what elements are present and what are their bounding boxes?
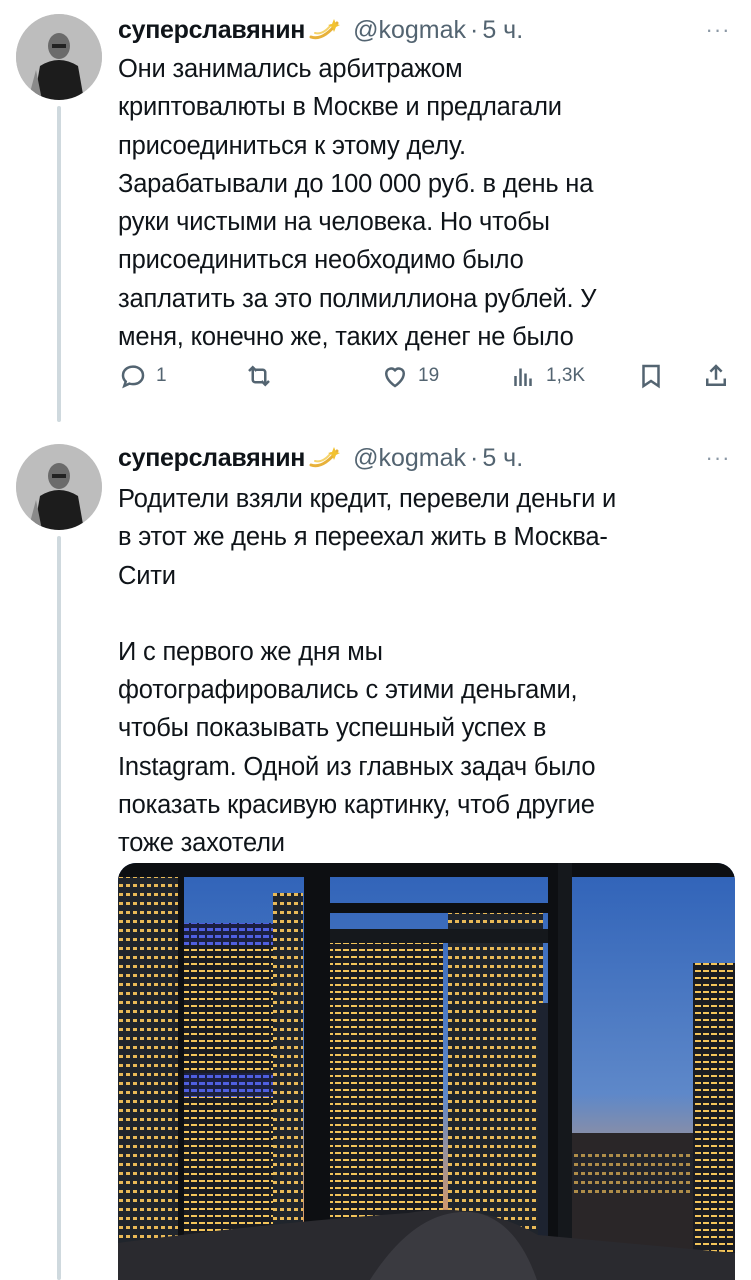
tweet-paragraph: Родители взяли кредит, перевели деньги и…	[118, 485, 617, 590]
tweet-header: суперславянин @kogmak · 5 ч. ···	[118, 14, 735, 46]
bookmark-icon	[642, 364, 660, 389]
views-count: 1,3K	[546, 365, 586, 386]
tweet-text: Родители взяли кредит, перевели деньги и…	[118, 480, 718, 863]
retweet-button[interactable]	[244, 356, 282, 396]
reply-icon	[121, 365, 145, 389]
more-options-icon[interactable]: ···	[701, 442, 735, 474]
thread-line	[57, 106, 61, 422]
like-count: 19	[418, 365, 440, 386]
sparkle-emoji-icon	[309, 445, 341, 471]
like-button[interactable]: 19	[380, 356, 439, 396]
separator: ·	[470, 15, 479, 44]
tweet[interactable]: суперславянин @kogmak · 5 ч. ··· Они зан…	[0, 0, 751, 422]
retweet-icon	[248, 365, 270, 387]
reply-button[interactable]: 1	[118, 356, 167, 396]
views-chart-icon	[514, 368, 532, 386]
action-bar: 1 19 1,3K	[118, 356, 735, 396]
sparkle-emoji-icon	[309, 17, 341, 43]
heart-icon	[384, 367, 406, 388]
reply-count: 1	[156, 365, 167, 386]
timestamp[interactable]: 5 ч.	[482, 444, 523, 473]
tweet[interactable]: суперславянин @kogmak · 5 ч. ··· Родител…	[0, 420, 751, 1280]
thread-line	[57, 536, 61, 1280]
tweet-paragraph: И с первого же дня мы фотографировались …	[118, 637, 596, 858]
more-options-icon[interactable]: ···	[701, 14, 735, 46]
share-button[interactable]	[701, 356, 731, 396]
avatar[interactable]	[16, 444, 102, 530]
separator: ·	[470, 443, 479, 472]
views-button[interactable]: 1,3K	[508, 356, 585, 396]
display-name[interactable]: суперславянин	[118, 444, 305, 473]
timeline: суперславянин @kogmak · 5 ч. ··· Они зан…	[0, 0, 751, 1280]
timestamp[interactable]: 5 ч.	[482, 16, 523, 45]
bookmark-button[interactable]	[636, 356, 666, 396]
display-name[interactable]: суперславянин	[118, 16, 305, 45]
user-handle[interactable]: @kogmak	[353, 444, 466, 473]
city-night-photo	[118, 863, 735, 1280]
share-icon	[706, 364, 726, 386]
tweet-photo[interactable]	[118, 863, 735, 1280]
tweet-header: суперславянин @kogmak · 5 ч. ···	[118, 442, 735, 474]
avatar[interactable]	[16, 14, 102, 100]
tweet-text: Они занимались арбитражом криптовалюты в…	[118, 50, 718, 356]
tweet-paragraph: Они занимались арбитражом криптовалюты в…	[118, 55, 597, 352]
user-handle[interactable]: @kogmak	[353, 16, 466, 45]
